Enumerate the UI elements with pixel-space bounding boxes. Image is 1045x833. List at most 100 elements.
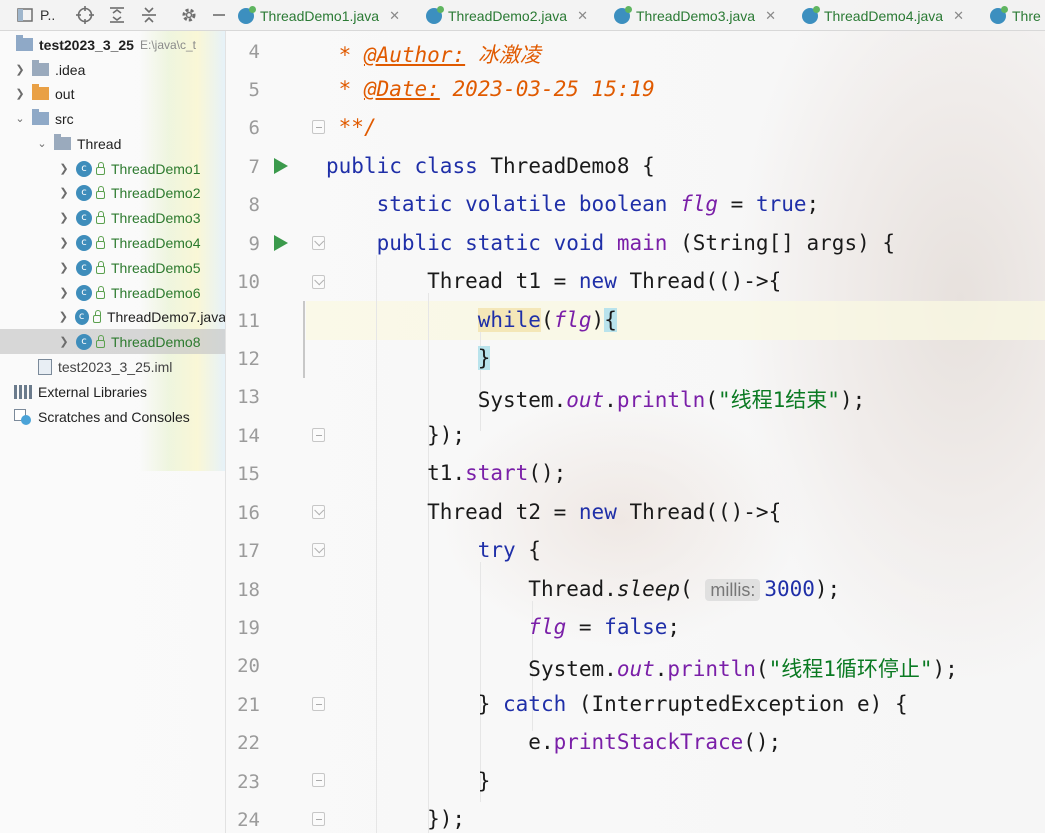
lock-icon xyxy=(96,161,105,175)
chevron-right-icon[interactable]: ❯ xyxy=(58,236,70,249)
tree-item-class[interactable]: ❯ c ThreadDemo4 xyxy=(0,230,225,255)
fold-marker-icon[interactable] xyxy=(312,236,325,250)
chevron-right-icon[interactable]: ❯ xyxy=(58,335,70,348)
fold-marker-icon[interactable] xyxy=(312,505,325,519)
fold-marker-icon[interactable] xyxy=(312,275,325,289)
parameter-hint: millis: xyxy=(705,579,761,601)
code-line-24: }); xyxy=(326,807,466,831)
line-number: 23 xyxy=(237,771,260,793)
chevron-right-icon[interactable]: ❯ xyxy=(58,186,70,199)
run-icon[interactable] xyxy=(274,158,288,174)
project-view-icon[interactable] xyxy=(14,4,36,26)
code-line-13: System.out.println("线程1结束"); xyxy=(477,388,866,412)
fold-marker-icon[interactable] xyxy=(312,697,325,711)
tree-item-class[interactable]: ❯ c ThreadDemo3 xyxy=(0,205,225,230)
tree-item-class[interactable]: ❯ c ThreadDemo5 xyxy=(0,255,225,280)
close-icon[interactable]: ✕ xyxy=(953,8,964,24)
chevron-right-icon[interactable]: ❯ xyxy=(58,162,70,175)
code-line-17: try { xyxy=(477,538,541,562)
tab-label: ThreadDemo2.java xyxy=(448,7,568,24)
tree-item-label: ThreadDemo2 xyxy=(111,184,201,201)
class-icon xyxy=(238,5,256,24)
run-icon[interactable] xyxy=(274,235,288,251)
tree-item-class[interactable]: ❯ c ThreadDemo7.java xyxy=(0,304,225,329)
fold-marker-icon[interactable] xyxy=(312,543,325,557)
code-line-15: t1.start(); xyxy=(427,461,567,485)
fold-marker-icon[interactable] xyxy=(312,120,325,134)
fold-marker-icon[interactable] xyxy=(312,428,325,442)
tree-item-idea[interactable]: ❯ .idea xyxy=(0,57,225,82)
line-number: 13 xyxy=(237,386,260,408)
line-number: 15 xyxy=(237,463,260,485)
line-number: 16 xyxy=(237,502,260,524)
tree-item-label: Thread xyxy=(77,135,122,152)
tree-item-class[interactable]: ❯ c ThreadDemo6 xyxy=(0,280,225,305)
chevron-right-icon[interactable]: ❯ xyxy=(58,286,70,299)
tree-item-thread-package[interactable]: ⌄ Thread xyxy=(0,131,225,156)
class-icon xyxy=(990,5,1008,24)
tree-item-iml[interactable]: test2023_3_25.iml xyxy=(0,354,225,379)
line-number: 7 xyxy=(248,156,260,178)
tree-item-project-root[interactable]: test2023_3_25 E:\java\c_t xyxy=(0,32,225,57)
minimize-icon[interactable] xyxy=(208,4,230,26)
tab-label: ThreadDemo1.java xyxy=(260,7,380,24)
tree-item-label: ThreadDemo6 xyxy=(111,284,201,301)
fold-marker-icon[interactable] xyxy=(312,773,325,787)
fold-marker-icon[interactable] xyxy=(312,812,325,826)
project-name: test2023_3_25 xyxy=(39,36,134,53)
tab-threaddemo2[interactable]: ThreadDemo2.java ✕ xyxy=(426,0,588,31)
lock-icon xyxy=(96,334,105,348)
gear-icon[interactable] xyxy=(178,4,200,26)
close-icon[interactable]: ✕ xyxy=(389,8,400,24)
chevron-down-icon[interactable]: ⌄ xyxy=(14,112,26,125)
tab-threaddemo5[interactable]: Thre xyxy=(990,0,1041,31)
collapse-all-icon[interactable] xyxy=(138,4,160,26)
tree-item-label: Scratches and Consoles xyxy=(38,408,190,425)
module-folder-icon xyxy=(16,35,33,51)
class-icon: c xyxy=(76,209,92,226)
class-icon: c xyxy=(74,308,89,325)
folder-icon xyxy=(32,84,49,100)
tree-item-src[interactable]: ⌄ src xyxy=(0,106,225,131)
code-line-9: public static void main (String[] args) … xyxy=(376,231,896,255)
editor-tabs: ThreadDemo1.java ✕ ThreadDemo2.java ✕ Thre… xyxy=(230,0,1045,31)
tab-threaddemo4[interactable]: ThreadDemo4.java ✕ xyxy=(802,0,964,31)
tab-threaddemo1[interactable]: ThreadDemo1.java ✕ xyxy=(238,0,400,31)
code-line-4: * @Author: 冰激凌 xyxy=(338,43,541,67)
expand-all-icon[interactable] xyxy=(106,4,128,26)
chevron-down-icon[interactable]: ⌄ xyxy=(36,137,48,150)
tab-label: ThreadDemo4.java xyxy=(824,7,944,24)
tree-item-label: External Libraries xyxy=(38,383,147,400)
package-icon xyxy=(54,134,71,150)
line-number: 10 xyxy=(237,271,260,293)
tree-item-class-selected[interactable]: ❯ c ThreadDemo8 xyxy=(0,329,225,354)
code-line-12: } xyxy=(477,346,491,370)
file-icon xyxy=(38,358,52,375)
chevron-right-icon[interactable]: ❯ xyxy=(58,211,70,224)
class-icon: c xyxy=(76,160,92,177)
code-line-21: } catch (InterruptedException e) { xyxy=(326,692,908,716)
tree-item-scratches[interactable]: Scratches and Consoles xyxy=(0,404,225,429)
tree-item-label: ThreadDemo1 xyxy=(111,160,201,177)
chevron-right-icon[interactable]: ❯ xyxy=(14,87,26,100)
tree-item-out[interactable]: ❯ out xyxy=(0,81,225,106)
tree-item-class[interactable]: ❯ c ThreadDemo1 xyxy=(0,156,225,181)
line-number: 22 xyxy=(237,732,260,754)
class-icon: c xyxy=(76,284,92,301)
chevron-right-icon[interactable]: ❯ xyxy=(58,310,69,323)
code-line-10: Thread t1 = new Thread(()->{ xyxy=(427,269,782,293)
code-editor[interactable]: 4 5 6 7 8 9 10 11 12 13 14 15 16 17 18 1… xyxy=(226,31,1045,833)
project-view-label[interactable]: P.. xyxy=(40,7,55,23)
line-number: 24 xyxy=(237,809,260,831)
close-icon[interactable]: ✕ xyxy=(577,8,588,24)
tab-label: Thre xyxy=(1012,7,1041,24)
tree-item-external-libraries[interactable]: External Libraries xyxy=(0,379,225,404)
chevron-right-icon[interactable]: ❯ xyxy=(58,261,70,274)
crosshair-icon[interactable] xyxy=(74,4,96,26)
class-icon xyxy=(802,5,820,24)
tree-item-class[interactable]: ❯ c ThreadDemo2 xyxy=(0,180,225,205)
close-icon[interactable]: ✕ xyxy=(765,8,776,24)
tab-threaddemo3[interactable]: ThreadDemo3.java ✕ xyxy=(614,0,776,31)
chevron-right-icon[interactable]: ❯ xyxy=(14,63,26,76)
line-number: 18 xyxy=(237,579,260,601)
